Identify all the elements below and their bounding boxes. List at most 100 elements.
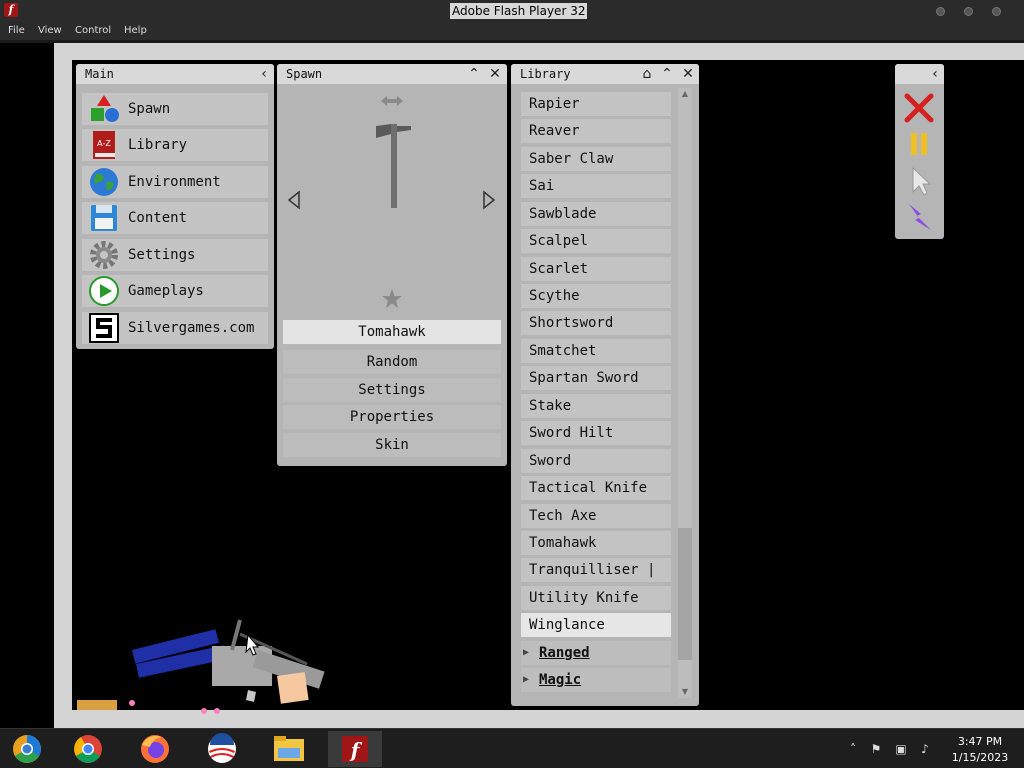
tools-panel-header: ‹ [895,64,944,84]
library-item[interactable]: Tomahawk [521,531,671,555]
tools-panel: ‹ [895,64,944,239]
prev-item-icon[interactable] [286,190,302,210]
window-title: Adobe Flash Player 32 [450,3,588,19]
library-item[interactable]: Reaver [521,119,671,143]
firefox-icon[interactable] [128,731,182,767]
library-scrollbar[interactable]: ▲ ▼ [678,88,692,698]
home-icon[interactable]: ⌂ [639,66,655,82]
library-item[interactable]: Scarlet [521,257,671,281]
flip-arrows-icon[interactable] [379,94,405,108]
flash-logo-icon: f [4,3,18,17]
flash-player-icon: f [342,736,368,762]
main-item-label: Spawn [128,101,171,117]
play-icon [89,276,119,306]
chrome-canary-icon[interactable] [0,731,54,767]
show-hidden-icons-icon[interactable]: ˄ [846,742,860,756]
library-panel-header: Library ⌂ ⌃ ✕ [511,64,699,84]
close-icon[interactable]: ✕ [487,66,503,82]
file-explorer-icon[interactable] [262,731,316,767]
gear-icon [90,241,118,269]
chrome-icon[interactable] [61,731,115,767]
clock-time[interactable]: 3:47 PM [940,735,1020,748]
clock-date[interactable]: 1/15/2023 [940,751,1020,764]
floppy-disk-icon [91,205,117,231]
library-item[interactable]: Stake [521,394,671,418]
main-item-label: Settings [128,247,196,263]
main-item-label: Library [128,137,188,153]
library-item[interactable]: Spartan Sword [521,366,671,390]
game-frame-left [54,43,72,728]
library-item[interactable]: Sawblade [521,202,671,226]
library-item[interactable]: Sword [521,449,671,473]
volume-icon[interactable]: ♪ [918,742,932,756]
library-item[interactable]: Tranquilliser | [521,558,671,582]
library-panel-title: Library [520,67,571,81]
collapse-up-icon[interactable]: ⌃ [466,66,482,82]
main-item-label: Content [128,210,188,226]
obama-logo-icon[interactable] [195,731,249,767]
cursor-icon[interactable] [899,163,939,199]
skin-button[interactable]: Skin [283,433,501,457]
spawn-panel-header: Spawn ⌃ ✕ [277,64,507,84]
shapes-icon [91,95,119,122]
category-label: Ranged [539,645,590,661]
spawn-panel: Spawn ⌃ ✕ Tomahawk Random Settings Prope… [277,64,507,466]
collapse-up-icon[interactable]: ⌃ [659,66,675,82]
library-item[interactable]: Tech Axe [521,504,671,528]
silvergames-logo-icon [89,313,119,343]
scroll-thumb[interactable] [678,528,692,660]
library-item[interactable]: Tactical Knife [521,476,671,500]
menu-file[interactable]: File [8,25,25,36]
main-panel: Main ‹ Spawn A-Z Library Environment Con… [76,64,274,349]
collapse-chevron-icon[interactable]: ‹ [927,66,943,82]
globe-icon [90,168,118,196]
scroll-down-icon[interactable]: ▼ [678,686,692,698]
svg-text:A-Z: A-Z [97,139,111,148]
spawn-panel-title: Spawn [286,67,323,81]
ragdoll-scene[interactable] [72,610,372,720]
settings-button[interactable]: Settings [283,378,501,402]
library-item[interactable]: Sword Hilt [521,421,671,445]
library-item[interactable]: Scythe [521,284,671,308]
properties-button[interactable]: Properties [283,405,501,429]
maximize-button[interactable] [964,7,973,16]
menu-bar: File View Control Help [0,22,1024,40]
library-item[interactable]: Utility Knife [521,586,671,610]
library-item[interactable]: Rapier [521,92,671,116]
library-category-magic[interactable]: ▶ Magic [521,668,671,692]
library-item[interactable]: Sai [521,174,671,198]
lightning-icon[interactable] [899,200,939,236]
pause-icon[interactable] [899,126,939,162]
close-icon[interactable]: ✕ [680,66,696,82]
collapse-chevron-icon[interactable]: ‹ [256,66,272,82]
menu-help[interactable]: Help [124,25,147,36]
scroll-up-icon[interactable]: ▲ [678,88,692,100]
title-bar: f Adobe Flash Player 32 [0,0,1024,22]
menu-view[interactable]: View [38,25,62,36]
main-item-label: Environment [128,174,221,190]
library-item[interactable]: Saber Claw [521,147,671,171]
close-window-button[interactable] [992,7,1001,16]
favorite-star-icon[interactable] [381,288,403,310]
random-button[interactable]: Random [283,350,501,374]
flash-player-taskbar-button[interactable]: f [328,731,382,767]
next-item-icon[interactable] [481,190,497,210]
library-item-selected[interactable]: Winglance [521,613,671,637]
flash-player-window: f Adobe Flash Player 32 File View Contro… [0,0,1024,768]
taskbar: f ˄ ⚑ ▣ ♪ 3:47 PM 1/15/2023 [0,728,1024,768]
library-category-ranged[interactable]: ▶ Ranged [521,641,671,665]
menu-control[interactable]: Control [75,25,111,36]
library-item[interactable]: Scalpel [521,229,671,253]
library-item[interactable]: Shortsword [521,311,671,335]
tomahawk-preview [376,124,411,208]
main-panel-header: Main ‹ [76,64,274,84]
library-item[interactable]: Smatchet [521,339,671,363]
game-frame-top [54,43,1024,60]
main-item-label: Gameplays [128,283,204,299]
book-a-z-icon: A-Z [93,131,115,159]
action-center-flag-icon[interactable]: ⚑ [869,742,883,756]
main-item-label: Silvergames.com [128,320,255,336]
clear-x-icon[interactable] [899,90,939,126]
minimize-button[interactable] [936,7,945,16]
network-icon[interactable]: ▣ [894,742,908,756]
